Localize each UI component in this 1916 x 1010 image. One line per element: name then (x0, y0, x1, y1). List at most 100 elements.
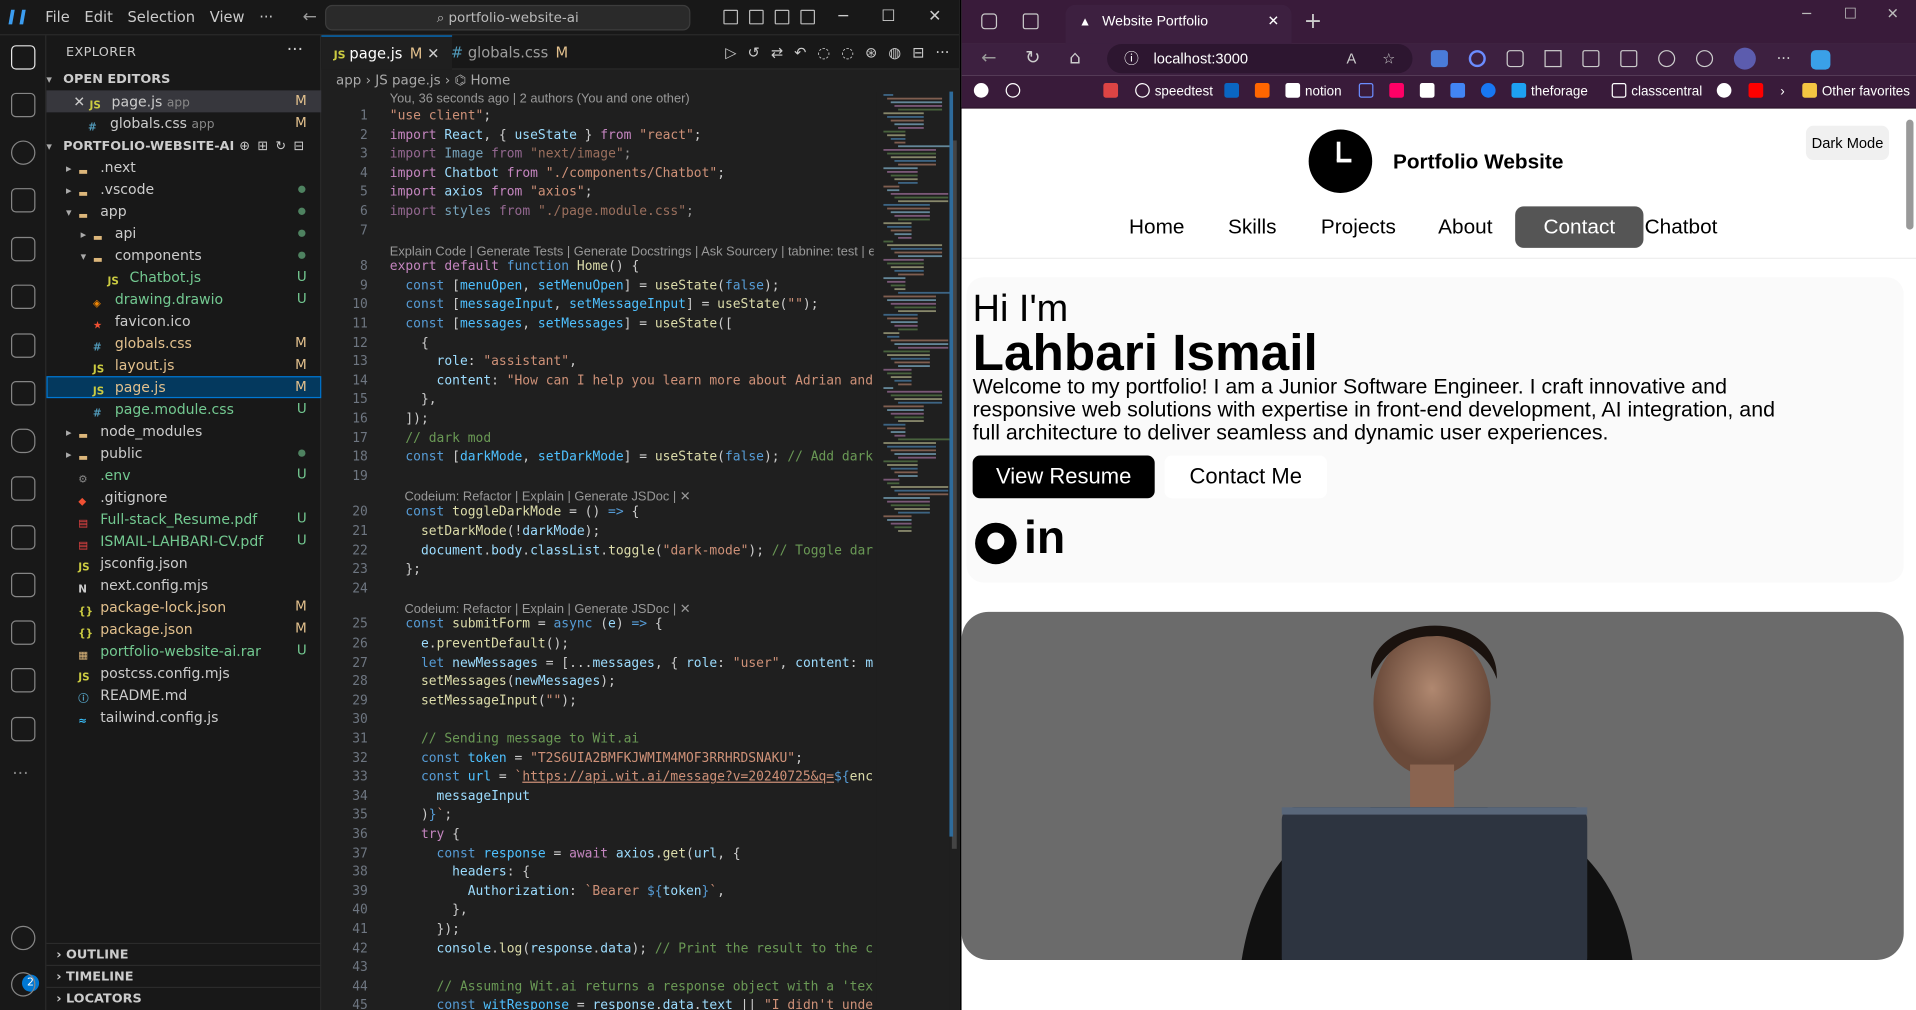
code-line[interactable]: e.preventDefault(); (390, 636, 569, 651)
revert-icon[interactable]: ↶ (794, 44, 806, 61)
favorites-icon[interactable] (1582, 50, 1600, 68)
favorite-star-icon[interactable]: ☆ (1382, 44, 1395, 73)
tree-item[interactable]: # globals.css M (46, 332, 321, 355)
testing-icon[interactable] (10, 381, 36, 406)
code-editor[interactable]: You, 36 seconds ago | 2 authors (You and… (321, 92, 873, 1010)
remote-explorer-icon[interactable] (10, 92, 36, 118)
code-line[interactable]: const url = `https://api.wit.ai/message?… (390, 770, 874, 785)
workspaces-icon[interactable] (981, 13, 998, 30)
other-favorites[interactable]: Other favorites (1802, 82, 1910, 102)
code-line[interactable]: try { (390, 827, 460, 842)
tab-actions-icon[interactable] (1022, 13, 1039, 30)
nav-projects[interactable]: Projects (1321, 206, 1396, 248)
contact-me-button[interactable]: Contact Me (1164, 455, 1327, 499)
codeium-action-icon[interactable]: ⊛ (865, 44, 877, 61)
nav-about[interactable]: About (1438, 206, 1492, 248)
code-line[interactable]: messageInput (390, 789, 531, 804)
fav-bookmark[interactable] (1389, 82, 1409, 102)
editor-more-icon[interactable]: ··· (935, 44, 949, 61)
codeium-icon[interactable] (10, 716, 36, 742)
code-line[interactable]: import styles from "./page.module.css"; (390, 204, 694, 219)
code-line[interactable]: import Image from "next/image"; (390, 147, 632, 162)
git-graph-icon[interactable] (10, 620, 36, 645)
menu-selection[interactable]: Selection (120, 0, 202, 35)
extension-icon[interactable] (1468, 50, 1486, 68)
open-editor-globals-css[interactable]: # globals.css app M (46, 112, 321, 135)
code-line[interactable]: import React, { useState } from "react"; (390, 128, 702, 143)
customize-layout-icon[interactable] (800, 9, 816, 25)
collections-icon[interactable] (1620, 50, 1638, 68)
tree-item[interactable]: ▸ ▬ api (46, 222, 321, 244)
fav-theforage[interactable]: theforage (1511, 82, 1588, 102)
code-line[interactable]: { (390, 335, 429, 350)
tree-item[interactable]: {} package-lock.json M (46, 596, 321, 618)
tree-item[interactable]: ◈ drawing.drawio U (46, 288, 321, 311)
tab-globals-css[interactable]: # globals.css M (439, 35, 581, 69)
fav-google[interactable] (973, 82, 994, 102)
tree-item[interactable]: ▦ portfolio-website-ai.rar U (46, 640, 321, 662)
new-tab-icon[interactable]: + (1304, 9, 1322, 35)
tree-item[interactable]: ★ favicon.ico (46, 310, 321, 333)
history-icon[interactable]: ↺ (748, 44, 760, 61)
search-icon[interactable] (10, 140, 36, 165)
fav-chatgpt[interactable] (1005, 82, 1026, 102)
code-line[interactable]: }, (390, 393, 437, 408)
fav-overflow-icon[interactable]: › (1780, 82, 1784, 102)
explorer-more-icon[interactable]: ··· (287, 40, 303, 60)
fav-gmail[interactable] (1103, 82, 1123, 102)
remote-icon[interactable] (10, 333, 36, 358)
browser-minimize-icon[interactable]: ─ (1802, 5, 1811, 22)
tree-item[interactable]: JS jsconfig.json (46, 552, 321, 574)
code-line[interactable]: }; (390, 562, 421, 577)
nav-chatbot[interactable]: Chatbot (1645, 206, 1718, 248)
toggle-sidebar-icon[interactable] (723, 9, 739, 25)
code-line[interactable]: // Assuming Wit.ai returns a response ob… (390, 979, 874, 994)
toggle-panel-icon[interactable] (749, 9, 764, 25)
back-icon[interactable]: ← (981, 46, 996, 68)
tree-item[interactable]: ▸ ▬ node_modules (46, 420, 321, 443)
code-lens[interactable]: Explain Code | Generate Tests | Generate… (390, 244, 874, 259)
extensions-puzzle-icon[interactable] (1506, 50, 1524, 68)
timeline-section[interactable]: › TIMELINE (46, 964, 322, 987)
code-line[interactable]: "use client"; (390, 109, 491, 124)
code-line[interactable]: headers: { (390, 865, 530, 880)
python-icon[interactable] (10, 572, 36, 598)
fav-classcentral[interactable]: classcentral (1611, 82, 1702, 102)
manage-gear-icon[interactable] (10, 972, 36, 997)
account-icon[interactable] (10, 925, 36, 951)
code-lens[interactable]: Codeium: Refactor | Explain | Generate J… (404, 490, 690, 505)
b-extension-icon[interactable] (10, 476, 36, 501)
extension-icon[interactable] (1430, 50, 1448, 68)
browser-maximize-icon[interactable]: ☐ (1844, 5, 1857, 22)
history-icon[interactable] (1658, 50, 1676, 68)
performance-icon[interactable] (1695, 50, 1714, 68)
explorer-actions-icons[interactable]: ⊕⊞↻⊟ (239, 136, 311, 158)
browser-more-icon[interactable]: ··· (1777, 50, 1791, 70)
project-header[interactable]: ▾ PORTFOLIO-WEBSITE-AI ⊕⊞↻⊟ (46, 136, 321, 158)
fav-bookmark[interactable] (1419, 82, 1440, 102)
code-line[interactable]: console.log(response.data); // Print the… (390, 941, 874, 956)
tree-item[interactable]: JS Chatbot.js U (46, 266, 321, 289)
code-line[interactable]: let newMessages = [...messages, { role: … (390, 655, 874, 670)
view-resume-button[interactable]: View Resume (972, 455, 1155, 499)
extensions-icon[interactable] (10, 284, 36, 309)
code-line[interactable]: setDarkMode(!darkMode); (390, 524, 600, 539)
tree-item[interactable]: ⓘ README.md (46, 684, 321, 706)
github-icon[interactable] (975, 522, 1017, 565)
fav-github[interactable] (1716, 82, 1737, 102)
run-icon[interactable]: ▷ (725, 44, 736, 61)
code-line[interactable]: export default function Home() { (390, 259, 639, 274)
code-line[interactable]: content: "How can I help you learn more … (390, 373, 873, 388)
fav-facebook[interactable] (1480, 82, 1501, 102)
code-line[interactable]: }, (390, 903, 468, 918)
code-line[interactable]: // Sending message to Wit.ai (390, 732, 639, 747)
more-icon[interactable]: ··· (12, 765, 28, 785)
code-line[interactable]: // dark mod (390, 431, 491, 446)
logo-clock-icon[interactable]: L (1308, 129, 1373, 193)
read-aloud-icon[interactable]: A (1347, 44, 1357, 73)
refresh-icon[interactable]: ↻ (1025, 46, 1040, 68)
code-line[interactable]: }); (390, 922, 460, 937)
site-info-icon[interactable]: ⓘ (1124, 44, 1139, 73)
tree-item[interactable]: ▸ ▬ .next (46, 156, 321, 179)
open-editor-page-js[interactable]: ✕ JS page.js app M (46, 90, 322, 113)
